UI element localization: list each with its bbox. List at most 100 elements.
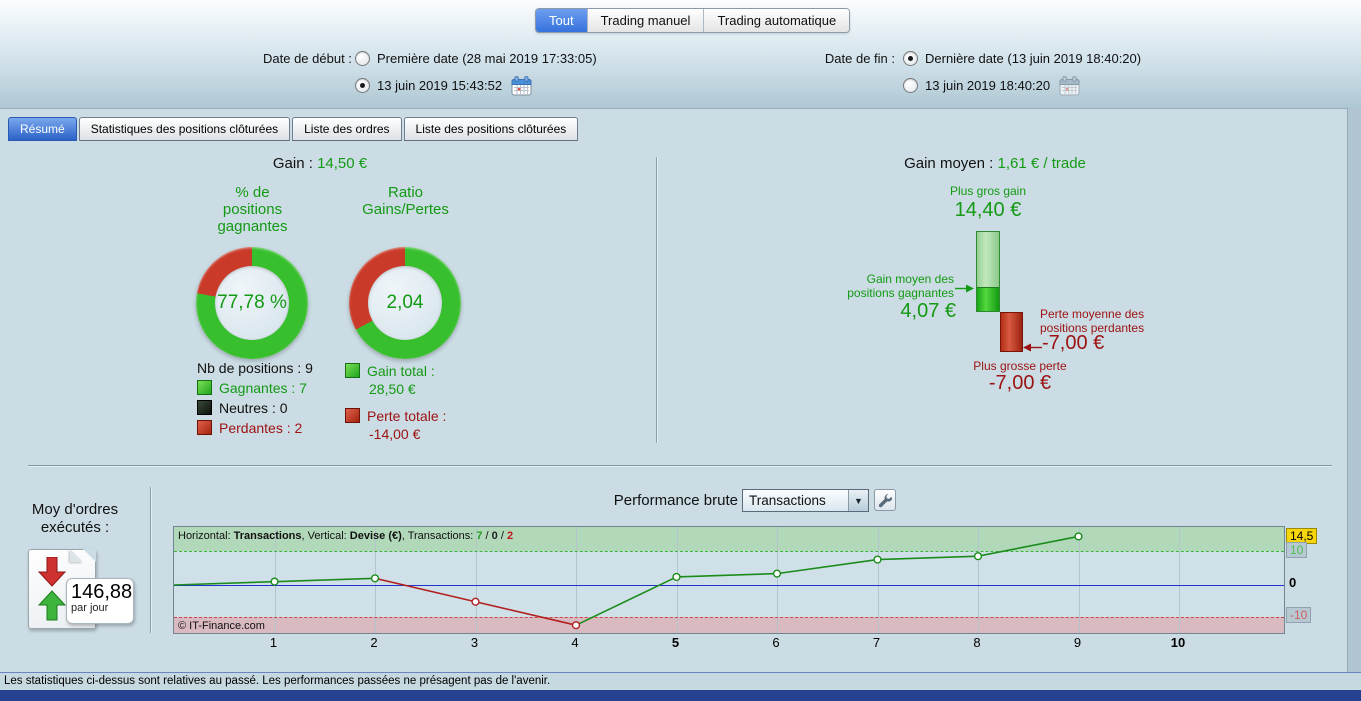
biggest-loss-value: -7,00 €: [988, 372, 1052, 394]
chart-header: Horizontal: Transactions, Vertical: Devi…: [178, 530, 513, 542]
vertical-scrollbar[interactable]: [1347, 108, 1361, 672]
orders-per-day-value: 146,88: [71, 581, 133, 603]
date-start-first-label[interactable]: Première date (28 mai 2019 17:33:05): [377, 51, 597, 66]
winning-bar: [976, 231, 1000, 312]
winning-pct-title: % de positions gagnantes: [217, 184, 288, 235]
x-tick-label: 1: [269, 635, 278, 650]
average-gain-line: Gain moyen : 1,61 € / trade: [800, 155, 1190, 172]
gain-label: Gain :: [272, 155, 313, 172]
tab-all[interactable]: Tout: [536, 9, 587, 32]
ratio-donut: 2,04: [349, 247, 461, 359]
date-start-block: Date de début : Première date (28 mai 20…: [263, 46, 597, 100]
loss-total-row: Perte totale :: [345, 406, 446, 425]
x-tick-label: 3: [470, 635, 479, 650]
calendar-icon-disabled: [1059, 75, 1080, 96]
performance-title: Performance brute: [613, 492, 738, 509]
positions-legend: Nb de positions : 9 Gagnantes : 7 Neutre…: [197, 358, 313, 438]
x-tick-label: 6: [772, 635, 780, 650]
x-tick-label: 2: [370, 635, 378, 650]
chart-header-vertical-value: Devise (€): [349, 530, 402, 542]
horizontal-divider: [28, 465, 1332, 466]
wrench-icon: [878, 493, 892, 507]
average-loss-value: -7,00 €: [1042, 332, 1105, 354]
date-start-first-radio[interactable]: [355, 51, 370, 66]
chart-header-vertical-label: , Vertical:: [301, 530, 350, 542]
x-tick-label: 10: [1170, 635, 1186, 650]
loss-total-value: -14,00 €: [369, 426, 421, 442]
biggest-loss-label: Plus grosse perte: [973, 359, 1067, 373]
scope-tab-group: Tout Trading manuel Trading automatique: [535, 8, 851, 33]
chart-header-losses: 2: [506, 530, 514, 542]
average-loss-annotation: Perte moyenne des positions perdantes: [1040, 307, 1145, 335]
date-end-last-radio[interactable]: [903, 51, 918, 66]
tab-closed-positions-list[interactable]: Liste des positions clôturées: [403, 117, 579, 141]
date-start-custom-radio[interactable]: [355, 78, 370, 93]
legend-winning: Gagnantes : 7: [197, 378, 313, 397]
green-swatch: [197, 380, 212, 395]
date-end-label: Date de fin :: [824, 51, 895, 66]
vertical-divider: [656, 157, 657, 443]
date-end-block: Date de fin : Dernière date (13 juin 201…: [823, 46, 1141, 100]
x-tick-label: 9: [1073, 635, 1082, 650]
chart-header-horizontal-value: Transactions: [233, 530, 302, 542]
legend-winning-label: Gagnantes : 7: [219, 379, 307, 396]
gain-total-label: Gain total :: [367, 362, 435, 379]
biggest-gain-label: Plus gros gain: [949, 184, 1027, 198]
chart-settings-button[interactable]: [874, 489, 896, 511]
red-swatch: [345, 408, 360, 423]
tab-closed-positions-stats[interactable]: Statistiques des positions clôturées: [78, 117, 291, 141]
calendar-icon[interactable]: [511, 75, 532, 96]
biggest-gain-value: 14,40 €: [954, 199, 1022, 221]
separator: /: [497, 530, 507, 542]
legend-total: Nb de positions : 9: [197, 358, 313, 377]
average-win-annotation: Gain moyen des positions gagnantes: [847, 272, 954, 300]
arrow-right-icon: [955, 284, 974, 293]
legend-losing: Perdantes : 2: [197, 418, 313, 437]
top-section: Tout Trading manuel Trading automatique …: [0, 0, 1361, 109]
neutral-swatch: [197, 400, 212, 415]
view-tab-bar: Résumé Statistiques des positions clôtur…: [8, 117, 579, 141]
performance-chart-plot[interactable]: Horizontal: Transactions, Vertical: Devi…: [173, 526, 1285, 634]
date-start-row-1: Date de début : Première date (28 mai 20…: [263, 46, 597, 71]
ratio-value: 2,04: [386, 292, 424, 313]
zero-line: [174, 585, 1284, 586]
x-tick-label: 8: [973, 635, 981, 650]
date-start-label: Date de début :: [263, 51, 352, 66]
average-gain-label: Gain moyen :: [904, 155, 994, 172]
date-end-last-label[interactable]: Dernière date (13 juin 2019 18:40:20): [925, 51, 1141, 66]
red-swatch: [197, 420, 212, 435]
up-down-arrows-icon: [38, 557, 66, 621]
date-end-custom-label[interactable]: 13 juin 2019 18:40:20: [925, 78, 1050, 93]
lower-threshold-line: [174, 617, 1284, 618]
y-label-zero: 0: [1289, 575, 1297, 590]
separator: /: [482, 530, 492, 542]
chart-header-transactions-label: , Transactions:: [401, 530, 477, 542]
disclaimer: Les statistiques ci-dessus sont relative…: [0, 672, 1361, 690]
date-end-row-2: 13 juin 2019 18:40:20: [823, 73, 1141, 98]
tab-orders-list[interactable]: Liste des ordres: [292, 117, 402, 141]
tab-summary[interactable]: Résumé: [8, 117, 77, 141]
winning-pct-donut: 77,78 %: [196, 247, 308, 359]
x-tick-label: 5: [671, 635, 680, 650]
bottom-bar: [0, 690, 1361, 701]
upper-threshold-line: [174, 551, 1284, 552]
chevron-down-icon[interactable]: ▼: [848, 490, 868, 511]
gain-line: Gain : 14,50 €: [170, 155, 470, 172]
performance-mode-select[interactable]: Transactions ▼: [742, 489, 869, 512]
tab-manual-trading[interactable]: Trading manuel: [586, 9, 704, 32]
date-start-custom-label[interactable]: 13 juin 2019 15:43:52: [377, 78, 502, 93]
loss-total-label: Perte totale :: [367, 407, 447, 424]
losing-bar: [1000, 312, 1023, 352]
date-end-row-1: Date de fin : Dernière date (13 juin 201…: [823, 46, 1141, 71]
vertical-divider-small: [150, 487, 151, 633]
date-end-custom-radio[interactable]: [903, 78, 918, 93]
arrow-left-icon: [1023, 343, 1042, 352]
tab-automatic-trading[interactable]: Trading automatique: [703, 9, 850, 32]
legend-total-label: Nb de positions : 9: [197, 359, 313, 376]
gain-total-value: 28,50 €: [369, 381, 416, 397]
chart-header-horizontal-label: Horizontal:: [178, 530, 234, 542]
y-label-minus10: -10: [1286, 607, 1312, 623]
winning-pct-value: 77,78 %: [217, 292, 287, 313]
gain-value: 14,50 €: [317, 155, 368, 172]
trading-statistics-window: Tout Trading manuel Trading automatique …: [0, 0, 1361, 701]
